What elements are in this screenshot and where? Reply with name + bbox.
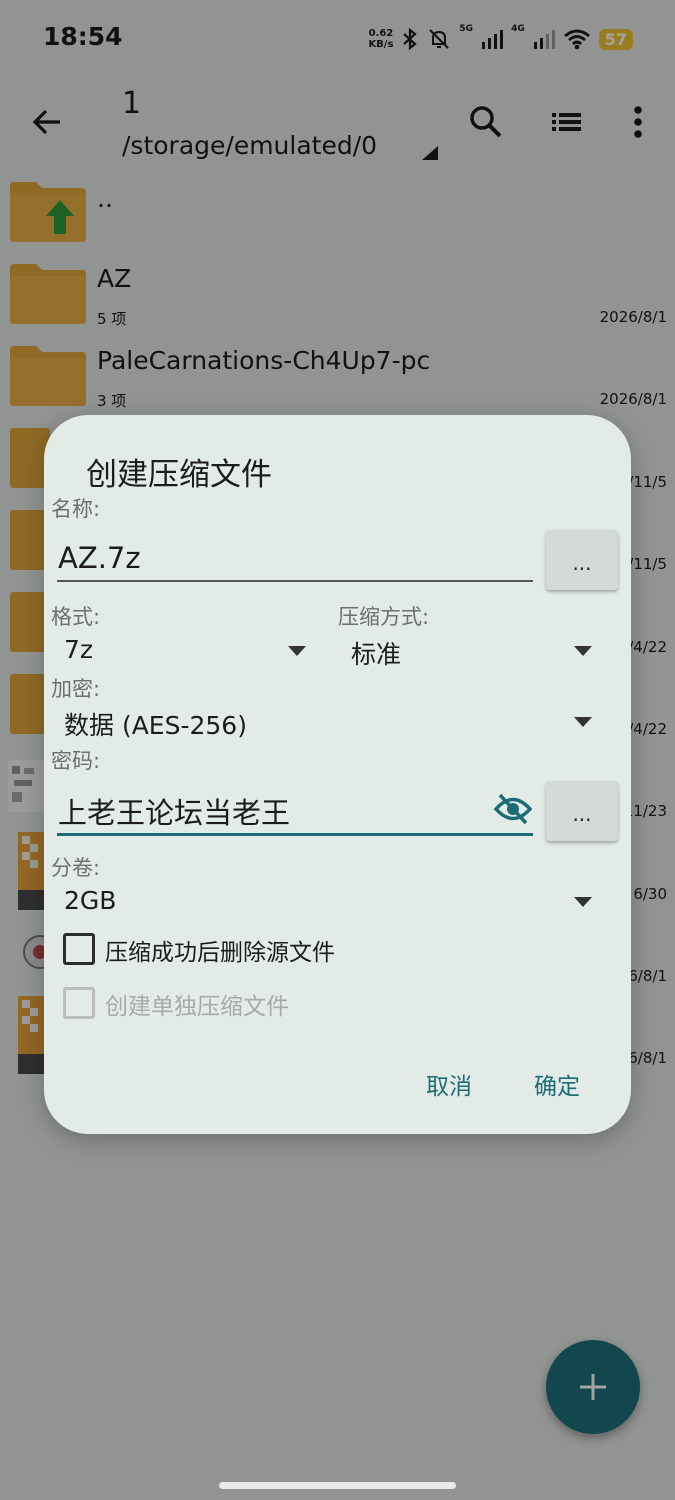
visibility-off-icon[interactable] bbox=[494, 792, 532, 826]
create-archive-dialog: 创建压缩文件 名称: AZ.7z ... 格式: 压缩方式: 7z 标准 加密:… bbox=[44, 415, 631, 1134]
home-indicator[interactable] bbox=[219, 1482, 456, 1489]
password-input[interactable]: 上老王论坛当老王 bbox=[58, 790, 290, 832]
ok-button[interactable]: 确定 bbox=[534, 1067, 580, 1101]
compression-method-value: 标准 bbox=[351, 640, 402, 669]
cancel-button[interactable]: 取消 bbox=[426, 1067, 472, 1101]
separate-archive-label: 创建单独压缩文件 bbox=[105, 994, 289, 1020]
name-label: 名称: bbox=[51, 497, 101, 521]
password-label: 密码: bbox=[51, 749, 101, 773]
compression-method-label: 压缩方式: bbox=[338, 605, 430, 629]
dialog-title: 创建压缩文件 bbox=[86, 457, 272, 493]
format-label: 格式: bbox=[51, 605, 101, 629]
name-input-underline bbox=[57, 580, 533, 582]
password-input-underline bbox=[57, 833, 533, 836]
delete-source-label: 压缩成功后删除源文件 bbox=[105, 940, 335, 966]
delete-source-checkbox[interactable] bbox=[63, 933, 95, 965]
encryption-dropdown-icon bbox=[574, 717, 592, 727]
separate-archive-checkbox[interactable] bbox=[63, 987, 95, 1019]
split-volume-label: 分卷: bbox=[51, 856, 101, 880]
method-dropdown-icon bbox=[574, 646, 592, 656]
encryption-label: 加密: bbox=[51, 677, 101, 701]
format-value: 7z bbox=[64, 635, 94, 664]
encryption-value: 数据 (AES-256) bbox=[64, 711, 247, 740]
name-input[interactable]: AZ.7z bbox=[58, 541, 141, 575]
format-dropdown-icon bbox=[288, 646, 306, 656]
browse-button[interactable]: ... bbox=[546, 530, 618, 590]
password-more-button[interactable]: ... bbox=[546, 781, 618, 841]
split-volume-dropdown-icon bbox=[574, 897, 592, 907]
split-volume-value: 2GB bbox=[64, 886, 117, 915]
